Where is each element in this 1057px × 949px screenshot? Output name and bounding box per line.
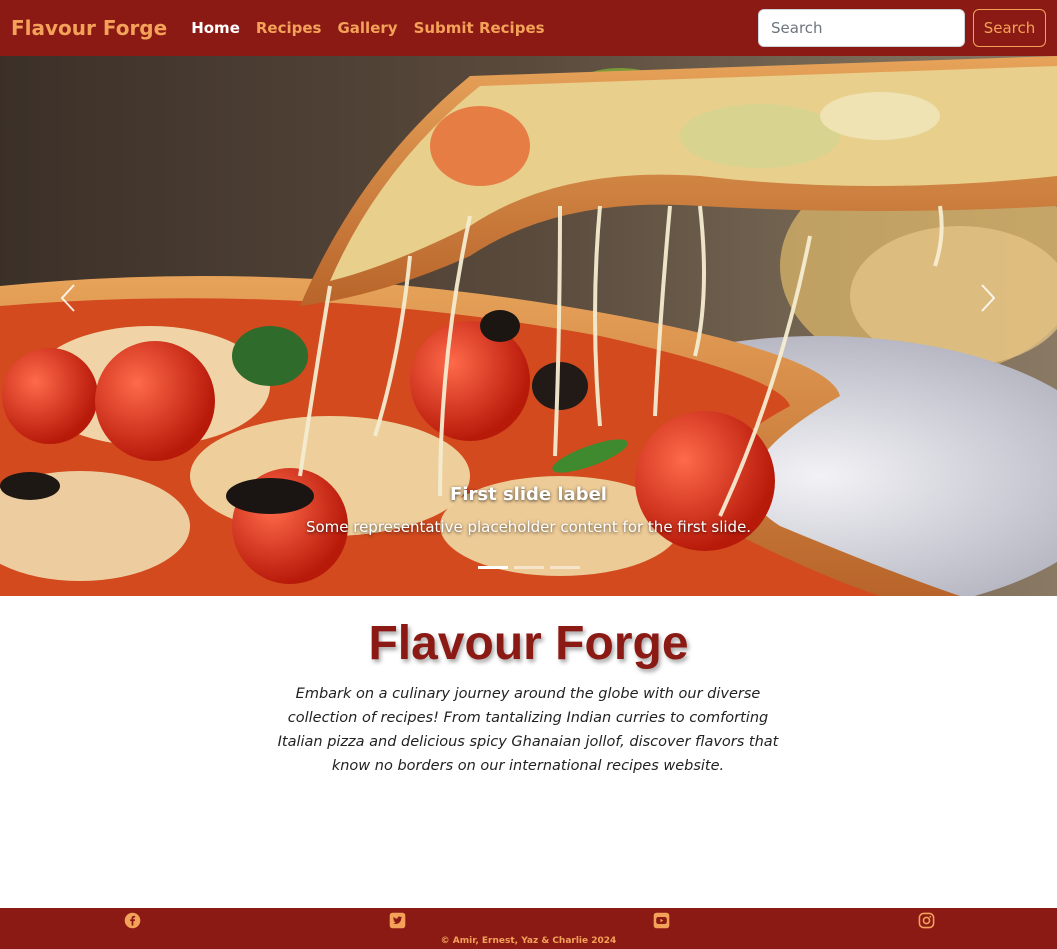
carousel-prev-button[interactable]	[48, 278, 88, 318]
facebook-icon[interactable]	[124, 912, 141, 929]
chevron-right-icon	[981, 284, 996, 312]
twitter-icon[interactable]	[389, 912, 406, 929]
instagram-icon[interactable]	[918, 912, 935, 929]
page-title: Flavour Forge	[368, 617, 689, 670]
carousel-caption-text: Some representative placeholder content …	[305, 518, 752, 536]
intro-paragraph: Embark on a culinary journey around the …	[277, 686, 779, 774]
carousel-indicator-2[interactable]	[514, 566, 544, 569]
pizza-slide-image	[0, 56, 1057, 596]
navbar: Flavour Forge Home Recipes Gallery Submi…	[0, 0, 1057, 56]
carousel-indicator-1[interactable]	[478, 566, 508, 569]
nav-link-gallery[interactable]: Gallery	[337, 19, 397, 37]
footer: © Amir, Ernest, Yaz & Charlie 2024	[0, 908, 1057, 949]
nav-link-recipes[interactable]: Recipes	[256, 19, 322, 37]
nav-links: Home Recipes Gallery Submit Recipes	[191, 19, 560, 37]
carousel-caption-title: First slide label	[450, 484, 607, 505]
search-form: Search	[758, 9, 1046, 47]
search-input[interactable]	[758, 9, 965, 47]
nav-link-submit-recipes[interactable]: Submit Recipes	[414, 19, 545, 37]
copyright-text: © Amir, Ernest, Yaz & Charlie 2024	[440, 936, 617, 946]
chevron-left-icon	[60, 284, 75, 312]
carousel-indicator-3[interactable]	[550, 566, 580, 569]
carousel-next-button[interactable]	[968, 278, 1008, 318]
nav-link-home[interactable]: Home	[191, 19, 240, 37]
youtube-icon[interactable]	[653, 912, 670, 929]
hero-carousel: First slide label Some representative pl…	[0, 56, 1057, 596]
search-button[interactable]: Search	[973, 9, 1046, 47]
carousel-indicators	[478, 566, 586, 569]
brand-logo[interactable]: Flavour Forge	[11, 16, 167, 40]
